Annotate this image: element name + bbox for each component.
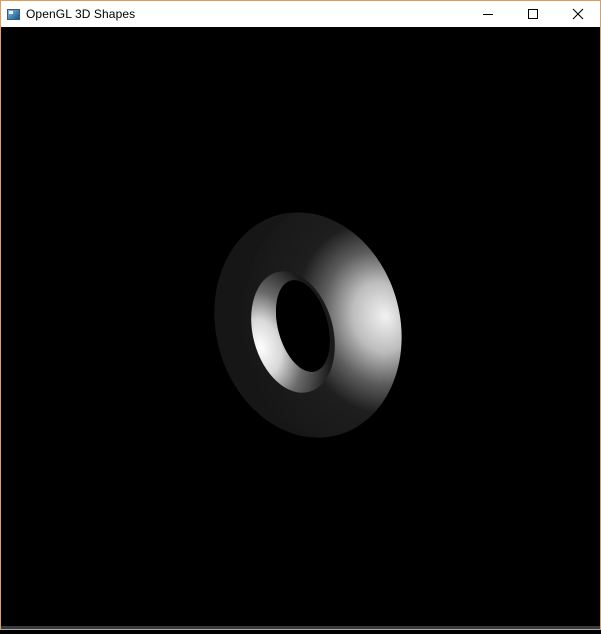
window-controls <box>465 1 600 27</box>
maximize-button[interactable] <box>510 1 555 27</box>
app-window-icon[interactable] <box>7 8 20 20</box>
close-icon <box>572 8 583 20</box>
torus-render <box>214 212 402 438</box>
app-window: OpenGL 3D Shapes <box>0 0 601 630</box>
close-button[interactable] <box>555 1 600 27</box>
maximize-icon <box>527 9 538 19</box>
opengl-canvas[interactable] <box>1 27 600 629</box>
window-title: OpenGL 3D Shapes <box>26 7 136 21</box>
title-bar[interactable]: OpenGL 3D Shapes <box>1 1 600 27</box>
minimize-icon <box>482 14 493 15</box>
window-bottom-edge <box>1 626 600 629</box>
minimize-button[interactable] <box>465 1 510 27</box>
